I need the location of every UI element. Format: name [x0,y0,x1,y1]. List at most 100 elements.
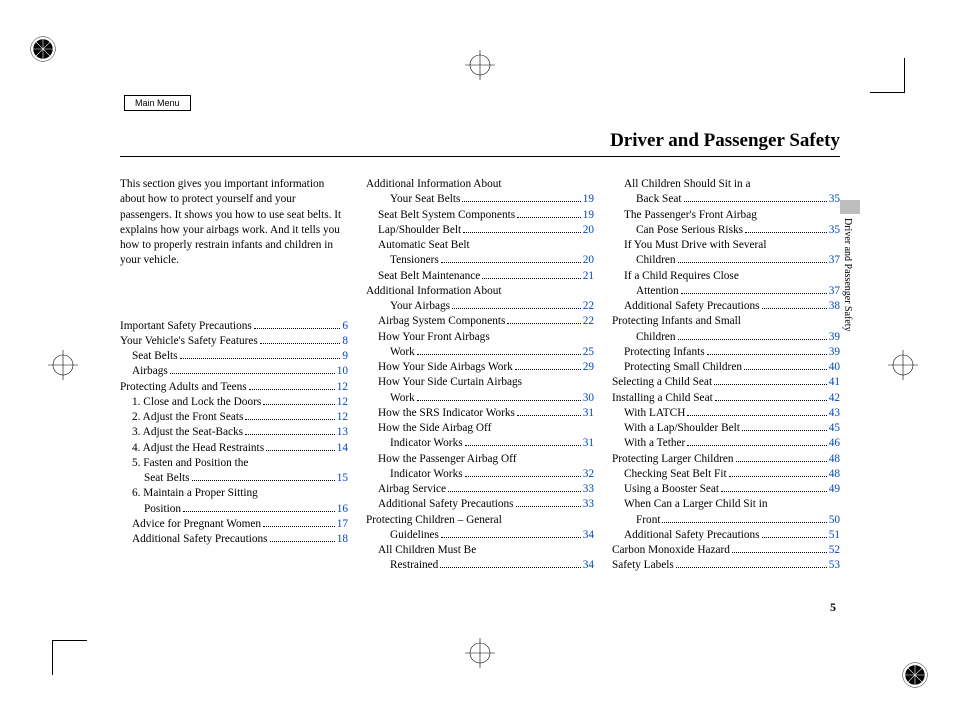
toc-entry[interactable]: Carbon Monoxide Hazard52 [612,543,840,558]
toc-page-link[interactable]: 33 [583,497,594,512]
toc-page-link[interactable]: 31 [583,436,594,451]
toc-entry[interactable]: With a Tether46 [612,436,840,451]
toc-page-link[interactable]: 46 [829,436,840,451]
toc-entry[interactable]: Children37 [612,253,840,268]
toc-page-link[interactable]: 8 [342,334,348,349]
toc-entry[interactable]: 3. Adjust the Seat-Backs13 [120,425,348,440]
toc-page-link[interactable]: 12 [337,380,348,395]
toc-page-link[interactable]: 41 [829,375,840,390]
toc-page-link[interactable]: 22 [583,299,594,314]
toc-page-link[interactable]: 14 [337,441,348,456]
toc-entry[interactable]: Children39 [612,330,840,345]
toc-page-link[interactable]: 21 [583,269,594,284]
toc-entry[interactable]: 1. Close and Lock the Doors12 [120,395,348,410]
toc-page-link[interactable]: 35 [829,223,840,238]
toc-page-link[interactable]: 22 [583,314,594,329]
toc-entry[interactable]: Safety Labels53 [612,558,840,573]
toc-entry[interactable]: 4. Adjust the Head Restraints14 [120,441,348,456]
toc-entry[interactable]: Protecting Infants39 [612,345,840,360]
toc-entry[interactable]: Front50 [612,513,840,528]
toc-page-link[interactable]: 12 [337,410,348,425]
toc-page-link[interactable]: 16 [337,502,348,517]
toc-entry[interactable]: Installing a Child Seat42 [612,391,840,406]
toc-page-link[interactable]: 32 [583,467,594,482]
toc-page-link[interactable]: 34 [583,558,594,573]
toc-entry[interactable]: Attention37 [612,284,840,299]
toc-page-link[interactable]: 39 [829,345,840,360]
toc-entry[interactable]: Work25 [366,345,594,360]
toc-entry[interactable]: Indicator Works31 [366,436,594,451]
toc-entry[interactable]: Additional Safety Precautions38 [612,299,840,314]
toc-page-link[interactable]: 38 [829,299,840,314]
toc-page-link[interactable]: 25 [583,345,594,360]
toc-entry[interactable]: Guidelines34 [366,528,594,543]
toc-page-link[interactable]: 33 [583,482,594,497]
toc-page-link[interactable]: 39 [829,330,840,345]
toc-entry[interactable]: Using a Booster Seat49 [612,482,840,497]
toc-page-link[interactable]: 29 [583,360,594,375]
toc-page-link[interactable]: 31 [583,406,594,421]
toc-entry[interactable]: How the SRS Indicator Works31 [366,406,594,421]
toc-page-link[interactable]: 52 [829,543,840,558]
toc-page-link[interactable]: 20 [583,223,594,238]
toc-page-link[interactable]: 6 [342,319,348,334]
toc-entry[interactable]: Selecting a Child Seat41 [612,375,840,390]
toc-entry[interactable]: Seat Belt System Components19 [366,208,594,223]
toc-entry[interactable]: Additional Safety Precautions18 [120,532,348,547]
toc-page-link[interactable]: 19 [583,192,594,207]
toc-page-link[interactable]: 30 [583,391,594,406]
toc-entry[interactable]: Position16 [120,502,348,517]
toc-entry[interactable]: 2. Adjust the Front Seats12 [120,410,348,425]
toc-page-link[interactable]: 19 [583,208,594,223]
toc-page-link[interactable]: 45 [829,421,840,436]
toc-page-link[interactable]: 43 [829,406,840,421]
toc-entry[interactable]: Seat Belts9 [120,349,348,364]
toc-entry[interactable]: With LATCH43 [612,406,840,421]
toc-page-link[interactable]: 48 [829,452,840,467]
toc-entry[interactable]: With a Lap/Shoulder Belt45 [612,421,840,436]
toc-entry[interactable]: Your Seat Belts19 [366,192,594,207]
toc-page-link[interactable]: 50 [829,513,840,528]
toc-entry[interactable]: Back Seat35 [612,192,840,207]
toc-page-link[interactable]: 53 [829,558,840,573]
toc-page-link[interactable]: 40 [829,360,840,375]
toc-entry[interactable]: Airbags10 [120,364,348,379]
toc-page-link[interactable]: 35 [829,192,840,207]
toc-page-link[interactable]: 18 [337,532,348,547]
toc-page-link[interactable]: 13 [337,425,348,440]
toc-entry[interactable]: Protecting Adults and Teens12 [120,380,348,395]
toc-entry[interactable]: Airbag Service33 [366,482,594,497]
toc-entry[interactable]: Your Vehicle's Safety Features8 [120,334,348,349]
main-menu-button[interactable]: Main Menu [124,95,191,111]
toc-page-link[interactable]: 37 [829,253,840,268]
toc-page-link[interactable]: 20 [583,253,594,268]
toc-page-link[interactable]: 17 [337,517,348,532]
toc-page-link[interactable]: 51 [829,528,840,543]
toc-entry[interactable]: Protecting Small Children40 [612,360,840,375]
toc-entry[interactable]: Lap/Shoulder Belt20 [366,223,594,238]
toc-page-link[interactable]: 48 [829,467,840,482]
toc-page-link[interactable]: 10 [337,364,348,379]
toc-entry[interactable]: Seat Belt Maintenance21 [366,269,594,284]
toc-page-link[interactable]: 15 [337,471,348,486]
toc-entry[interactable]: Additional Safety Precautions51 [612,528,840,543]
toc-entry[interactable]: Tensioners20 [366,253,594,268]
toc-page-link[interactable]: 34 [583,528,594,543]
toc-entry[interactable]: Checking Seat Belt Fit48 [612,467,840,482]
toc-entry[interactable]: Advice for Pregnant Women17 [120,517,348,532]
toc-page-link[interactable]: 12 [337,395,348,410]
toc-entry[interactable]: Indicator Works32 [366,467,594,482]
toc-entry[interactable]: Work30 [366,391,594,406]
toc-entry[interactable]: Protecting Larger Children48 [612,452,840,467]
toc-entry[interactable]: Additional Safety Precautions33 [366,497,594,512]
toc-entry[interactable]: Important Safety Precautions6 [120,319,348,334]
toc-page-link[interactable]: 9 [342,349,348,364]
toc-entry[interactable]: How Your Side Airbags Work29 [366,360,594,375]
toc-page-link[interactable]: 49 [829,482,840,497]
toc-page-link[interactable]: 42 [829,391,840,406]
toc-page-link[interactable]: 37 [829,284,840,299]
toc-entry[interactable]: Can Pose Serious Risks35 [612,223,840,238]
toc-entry[interactable]: Airbag System Components22 [366,314,594,329]
toc-entry[interactable]: Restrained34 [366,558,594,573]
toc-entry[interactable]: Your Airbags22 [366,299,594,314]
